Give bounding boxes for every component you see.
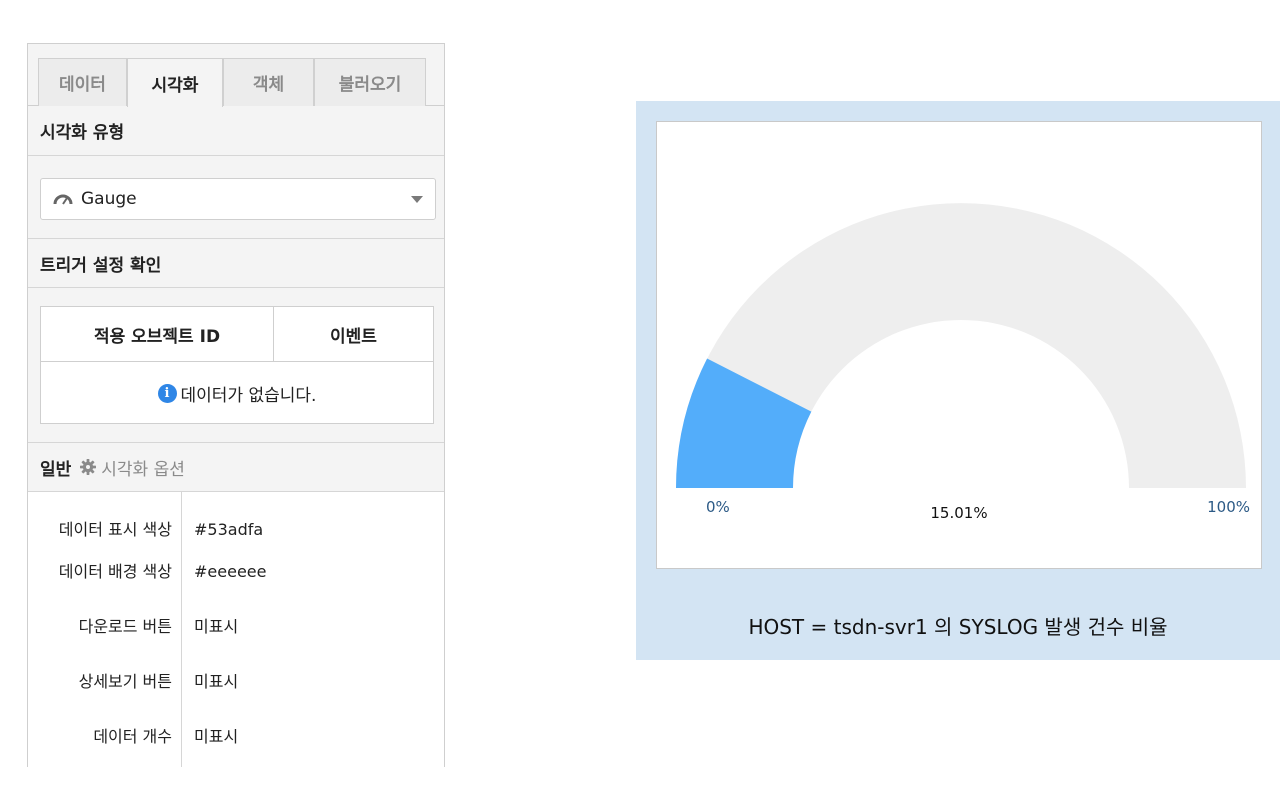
trigger-header: 트리거 설정 확인 bbox=[28, 238, 444, 288]
general-header: 일반 시각화 옵션 bbox=[28, 442, 444, 492]
option-value[interactable]: 미표시 bbox=[194, 667, 238, 697]
option-label: 상세보기 버튼 bbox=[78, 672, 172, 691]
tab-data[interactable]: 데이터 bbox=[38, 58, 127, 106]
general-title: 일반 bbox=[40, 459, 72, 480]
option-label: 데이터 배경 색상 bbox=[58, 562, 172, 581]
empty-state: i 데이터가 없습니다. bbox=[41, 362, 433, 424]
trigger-title: 트리거 설정 확인 bbox=[40, 255, 162, 276]
tab-bar: 데이터 시각화 객체 불러오기 bbox=[28, 44, 444, 107]
option-row: 데이터 배경 색상 #eeeeee bbox=[28, 557, 444, 587]
tab-object[interactable]: 객체 bbox=[223, 58, 314, 106]
option-value[interactable]: #53adfa bbox=[194, 515, 263, 545]
option-value[interactable]: #eeeeee bbox=[194, 557, 266, 587]
gauge-chart bbox=[676, 203, 1246, 489]
gear-icon bbox=[80, 459, 97, 475]
gauge-value-label: 15.01% bbox=[930, 504, 988, 522]
option-label: 데이터 개수 bbox=[93, 727, 172, 746]
info-icon: i bbox=[157, 383, 177, 403]
chevron-down-icon bbox=[411, 196, 423, 203]
trigger-table-header: 적용 오브젝트 ID 이벤트 bbox=[41, 307, 433, 362]
gauge-max-label: 100% bbox=[1207, 498, 1250, 516]
option-value[interactable]: 미표시 bbox=[194, 612, 238, 642]
viz-type-title: 시각화 유형 bbox=[40, 123, 125, 143]
gauge-card: 0% 15.01% 100% bbox=[656, 121, 1262, 569]
option-row: 데이터 개수 미표시 bbox=[28, 722, 444, 752]
viz-options-label: 시각화 옵션 bbox=[101, 459, 185, 480]
viz-options-link[interactable]: 시각화 옵션 bbox=[79, 455, 185, 480]
option-label: 데이터 표시 색상 bbox=[58, 520, 172, 539]
trigger-table: 적용 오브젝트 ID 이벤트 i 데이터가 없습니다. bbox=[40, 306, 434, 424]
tab-visualization[interactable]: 시각화 bbox=[127, 58, 223, 107]
option-row: 다운로드 버튼 미표시 bbox=[28, 612, 444, 642]
empty-message: 데이터가 없습니다. bbox=[180, 385, 317, 406]
viz-type-select[interactable]: Gauge bbox=[40, 178, 436, 220]
options-list: 데이터 표시 색상 #53adfa 데이터 배경 색상 #eeeeee 다운로드… bbox=[28, 492, 444, 767]
option-row: 상세보기 버튼 미표시 bbox=[28, 667, 444, 697]
tab-load[interactable]: 불러오기 bbox=[314, 58, 426, 106]
option-row: 데이터 표시 색상 #53adfa bbox=[28, 515, 444, 545]
viz-type-header: 시각화 유형 bbox=[28, 106, 444, 156]
widget-caption: HOST = tsdn-svr1 의 SYSLOG 발생 건수 비율 bbox=[748, 615, 1168, 639]
option-label: 다운로드 버튼 bbox=[78, 617, 172, 636]
settings-panel: 데이터 시각화 객체 불러오기 시각화 유형 Gauge 트리거 설정 확인 적… bbox=[27, 43, 445, 767]
viz-type-selected: Gauge bbox=[81, 189, 137, 209]
option-value[interactable]: 미표시 bbox=[194, 722, 238, 752]
column-header-event: 이벤트 bbox=[330, 326, 377, 347]
gauge-icon bbox=[53, 194, 73, 205]
column-header-object-id: 적용 오브젝트 ID bbox=[41, 307, 274, 361]
gauge-widget: 0% 15.01% 100% HOST = tsdn-svr1 의 SYSLOG… bbox=[636, 101, 1280, 660]
